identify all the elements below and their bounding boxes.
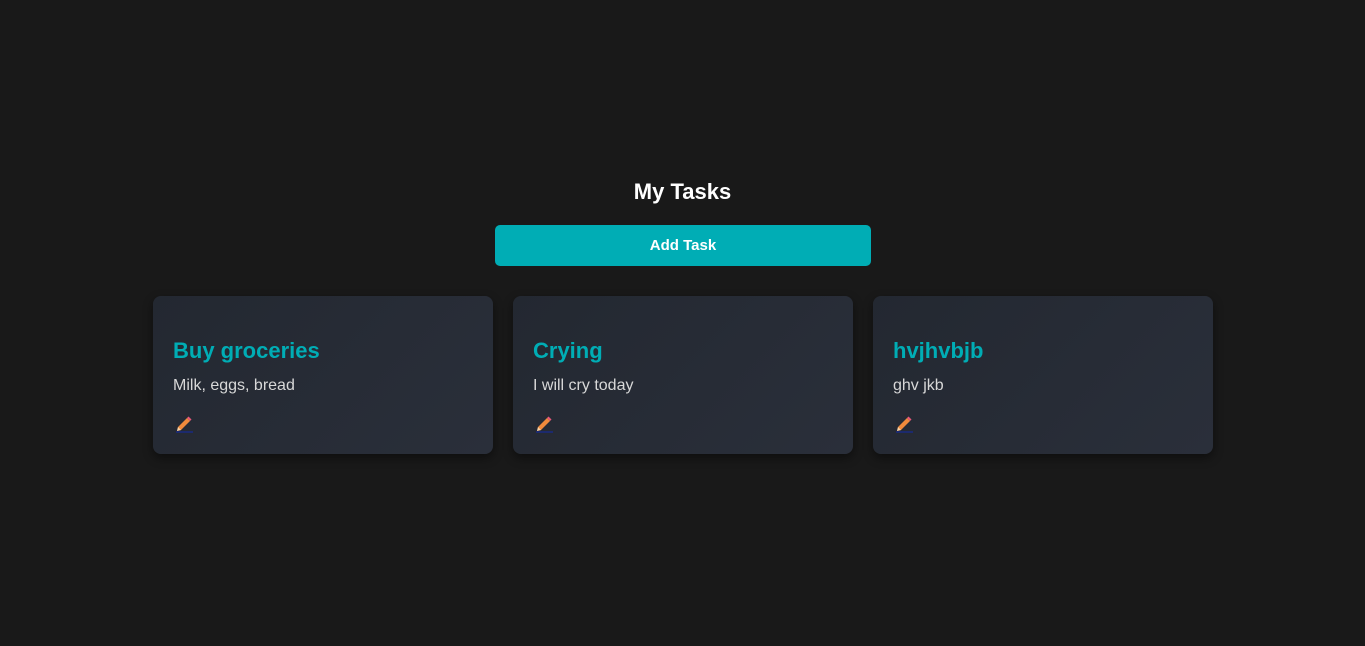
task-description: I will cry today bbox=[533, 377, 634, 394]
task-card: Crying I will cry today bbox=[513, 296, 853, 454]
task-list: Buy groceries Milk, eggs, bread Crying I… bbox=[153, 296, 1213, 454]
task-title: Buy groceries bbox=[173, 338, 320, 363]
task-title: Crying bbox=[533, 338, 603, 363]
edit-task-button[interactable] bbox=[533, 415, 555, 435]
edit-task-button[interactable] bbox=[173, 415, 195, 435]
page-title: My Tasks bbox=[633, 179, 732, 204]
task-card: hvjhvbjb ghv jkb bbox=[873, 296, 1213, 454]
task-description: ghv jkb bbox=[893, 377, 944, 394]
task-description: Milk, eggs, bread bbox=[173, 377, 295, 394]
pencil-icon bbox=[176, 416, 193, 433]
pencil-icon bbox=[896, 416, 913, 433]
edit-task-button[interactable] bbox=[893, 415, 915, 435]
task-title: hvjhvbjb bbox=[893, 338, 984, 363]
add-task-button[interactable]: Add Task bbox=[495, 225, 871, 266]
pencil-icon bbox=[536, 416, 553, 433]
task-app: My Tasks Add Task Buy groceries Milk, eg… bbox=[0, 0, 1365, 646]
task-card: Buy groceries Milk, eggs, bread bbox=[153, 296, 493, 454]
